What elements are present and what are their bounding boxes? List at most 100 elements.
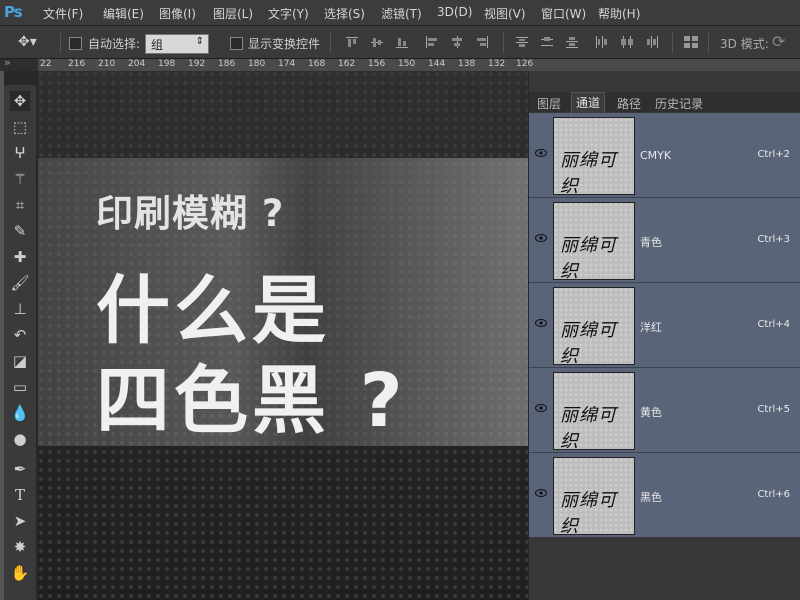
- lasso-tool-icon[interactable]: ⵖ: [10, 143, 30, 163]
- menu-image[interactable]: 图像(I): [159, 5, 196, 22]
- canvas-heading-line3: 四色黑 ?: [96, 358, 407, 444]
- auto-select-dropdown[interactable]: 组 ⇕: [145, 34, 209, 54]
- distribute-hcenter-icon[interactable]: [620, 36, 634, 48]
- channel-name: CMYK: [640, 149, 672, 162]
- distribute-right-icon[interactable]: [645, 36, 659, 48]
- eraser-tool-icon[interactable]: ◪: [10, 351, 30, 371]
- show-transform-checkbox[interactable]: [230, 37, 243, 50]
- align-bottom-icon[interactable]: [395, 36, 409, 48]
- distribute-top-icon[interactable]: [515, 36, 529, 48]
- channel-row-magenta[interactable]: 丽绵可织 洋红 Ctrl+4: [529, 283, 800, 368]
- divider: [60, 33, 61, 53]
- type-tool-icon[interactable]: T: [10, 485, 30, 505]
- menu-bar: Ps 文件(F) 编辑(E) 图像(I) 图层(L) 文字(Y) 选择(S) 滤…: [0, 0, 800, 26]
- align-vcenter-icon[interactable]: [370, 36, 384, 48]
- thumbnail-text: 丽绵可织: [560, 405, 617, 452]
- channel-name: 洋红: [640, 321, 662, 334]
- gradient-tool-icon[interactable]: ▭: [10, 377, 30, 397]
- divider: [503, 33, 504, 53]
- tab-history[interactable]: 历史记录: [655, 95, 703, 112]
- brush-tool-icon[interactable]: 🖌: [10, 273, 30, 293]
- collapse-icon[interactable]: »: [4, 56, 11, 69]
- visibility-eye-icon[interactable]: [535, 149, 547, 157]
- magic-wand-tool-icon[interactable]: ⚚: [10, 169, 30, 189]
- menu-file[interactable]: 文件(F): [43, 5, 83, 22]
- tab-paths[interactable]: 路径: [617, 95, 641, 112]
- ruler-tick-label: 168: [308, 59, 326, 69]
- channel-name: 青色: [640, 236, 662, 249]
- menu-edit[interactable]: 编辑(E): [103, 5, 144, 22]
- channel-row-black[interactable]: 丽绵可织 黑色 Ctrl+6: [529, 453, 800, 538]
- menu-window[interactable]: 窗口(W): [541, 5, 586, 22]
- crop-tool-icon[interactable]: ⌗: [10, 195, 30, 215]
- dodge-tool-icon[interactable]: ●: [10, 429, 30, 449]
- align-right-icon[interactable]: [475, 36, 489, 48]
- channel-shortcut: Ctrl+3: [757, 234, 790, 245]
- channel-thumbnail: 丽绵可织: [553, 287, 635, 367]
- menu-type[interactable]: 文字(Y): [268, 5, 309, 22]
- visibility-eye-icon[interactable]: [535, 489, 547, 497]
- panel-empty-area: [529, 537, 800, 600]
- menu-3d[interactable]: 3D(D): [437, 5, 472, 19]
- channel-name: 黄色: [640, 406, 662, 419]
- ruler-tick-label: 186: [218, 59, 236, 69]
- auto-select-checkbox[interactable]: [69, 37, 82, 50]
- menu-view[interactable]: 视图(V): [484, 5, 526, 22]
- auto-align-icon[interactable]: [683, 35, 699, 49]
- clone-stamp-tool-icon[interactable]: ⊥: [10, 299, 30, 319]
- ruler-tick-label: 162: [338, 59, 356, 69]
- custom-shape-tool-icon[interactable]: ✸: [10, 537, 30, 557]
- channel-shortcut: Ctrl+2: [757, 149, 790, 160]
- align-top-icon[interactable]: [345, 36, 359, 48]
- path-selection-tool-icon[interactable]: ➤: [10, 511, 30, 531]
- channel-row-cmyk[interactable]: 丽绵可织 CMYK Ctrl+2: [529, 113, 800, 198]
- distribute-bottom-icon[interactable]: [565, 36, 579, 48]
- ruler-tick-label: 198: [158, 59, 176, 69]
- show-transform-label: 显示变换控件: [248, 37, 321, 51]
- thumbnail-text: 丽绵可织: [560, 320, 617, 367]
- tab-layers[interactable]: 图层: [537, 95, 561, 112]
- divider: [708, 33, 709, 53]
- eyedropper-tool-icon[interactable]: ✎: [10, 221, 30, 241]
- tab-channels[interactable]: 通道: [571, 92, 606, 113]
- 3d-rotate-icon[interactable]: ⟳: [772, 32, 785, 51]
- horizontal-ruler[interactable]: 22 216 210 204 198 192 186 180 174 168 1…: [38, 59, 800, 71]
- channel-name: 黑色: [640, 491, 662, 504]
- divider: [330, 33, 331, 53]
- auto-select-label: 自动选择:: [88, 37, 141, 51]
- visibility-eye-icon[interactable]: [535, 234, 547, 242]
- spinner-icon: ⇕: [195, 36, 204, 47]
- marquee-tool-icon[interactable]: ⬚: [10, 117, 30, 137]
- menu-help[interactable]: 帮助(H): [598, 5, 640, 22]
- visibility-eye-icon[interactable]: [535, 319, 547, 327]
- move-tool-icon[interactable]: ✥: [10, 91, 30, 111]
- distribute-left-icon[interactable]: [595, 36, 609, 48]
- visibility-eye-icon[interactable]: [535, 404, 547, 412]
- hand-tool-icon[interactable]: ✋: [10, 563, 30, 583]
- healing-brush-tool-icon[interactable]: ✚: [10, 247, 30, 267]
- document-canvas[interactable]: 印刷模糊 ? 什么是 四色黑 ?: [38, 71, 528, 600]
- ruler-tick-label: 132: [488, 59, 506, 69]
- move-tool-icon[interactable]: ✥▾: [18, 34, 37, 50]
- channel-thumbnail: 丽绵可织: [553, 372, 635, 452]
- channel-shortcut: Ctrl+6: [757, 489, 790, 500]
- ruler-tick-label: 174: [278, 59, 296, 69]
- ruler-tick-label: 156: [368, 59, 386, 69]
- history-brush-tool-icon[interactable]: ↶: [10, 325, 30, 345]
- channel-shortcut: Ctrl+5: [757, 404, 790, 415]
- channel-row-yellow[interactable]: 丽绵可织 黄色 Ctrl+5: [529, 368, 800, 453]
- channel-row-cyan[interactable]: 丽绵可织 青色 Ctrl+3: [529, 198, 800, 283]
- ruler-tick-label: 126: [516, 59, 534, 69]
- menu-layer[interactable]: 图层(L): [213, 5, 253, 22]
- distribute-vcenter-icon[interactable]: [540, 36, 554, 48]
- blur-tool-icon[interactable]: 💧: [10, 403, 30, 423]
- menu-select[interactable]: 选择(S): [324, 5, 365, 22]
- channel-thumbnail: 丽绵可织: [553, 202, 635, 282]
- ruler-tick-label: 138: [458, 59, 476, 69]
- menu-filter[interactable]: 滤镜(T): [381, 5, 422, 22]
- auto-select-value: 组: [151, 38, 164, 52]
- pen-tool-icon[interactable]: ✒: [10, 459, 30, 479]
- channel-thumbnail: 丽绵可织: [553, 457, 635, 537]
- align-left-icon[interactable]: [425, 36, 439, 48]
- align-hcenter-icon[interactable]: [450, 36, 464, 48]
